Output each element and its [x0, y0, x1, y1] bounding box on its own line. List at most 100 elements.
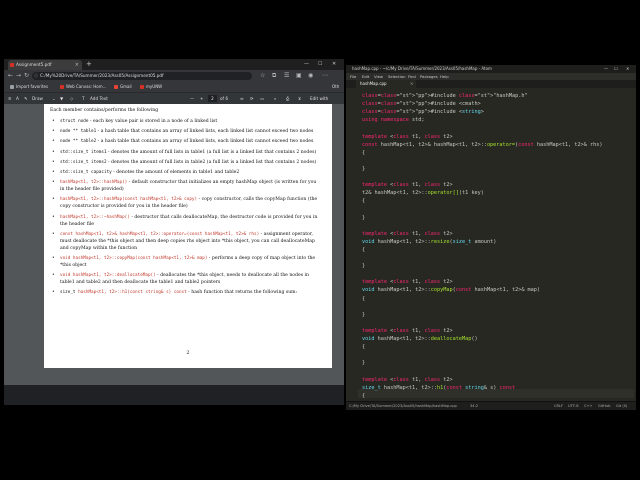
member-signature: hashMap<t1, t2>::hashMap(const hashMap<t… — [60, 197, 198, 203]
edit-with-button[interactable]: Edit with — [310, 93, 328, 104]
reload-icon[interactable]: ↻ — [24, 70, 29, 82]
menu-selection[interactable]: Selection — [388, 73, 406, 80]
more-menu-icon[interactable]: ⋯ — [322, 70, 328, 82]
status-git[interactable]: Git (0) — [616, 402, 627, 410]
bookmark-gmail[interactable]: Gmail — [114, 82, 132, 92]
import-icon — [10, 85, 14, 89]
contents-icon[interactable]: ≡ — [8, 93, 12, 104]
pdf-page: Each member contains/performs the follow… — [44, 104, 332, 368]
member-signature: void hashMap<t1, t2>::deallocateMap() — [60, 273, 156, 279]
member-code: node ** table2 — [60, 139, 97, 145]
code-line: { — [362, 344, 366, 351]
draw-button[interactable]: Draw — [32, 93, 43, 104]
member-code: struct node — [60, 119, 89, 124]
new-tab-button[interactable]: + — [86, 59, 92, 70]
status-grammar[interactable]: C++ — [584, 402, 593, 410]
code-line: { — [362, 149, 366, 156]
menu-file[interactable]: File — [350, 73, 356, 80]
draw-icon[interactable]: ✎ — [24, 93, 28, 104]
status-encoding[interactable]: UTF-8 — [568, 402, 578, 410]
chevron-down-icon[interactable]: ⌄ — [52, 93, 56, 104]
collections-icon[interactable]: ▣ — [296, 70, 302, 82]
editor-menu-bar: File Edit View Selection Find Packages H… — [346, 73, 636, 80]
browser-tab[interactable]: Assignment5.pdf × — [8, 60, 82, 70]
editor-title: hashMap.cpp - ~/c/My Drive/TA/Summer/202… — [352, 66, 492, 71]
code-line: const hashMap<t1, t2>& hashMap<t1, t2>::… — [362, 141, 603, 148]
menu-find[interactable]: Find — [408, 73, 416, 80]
zoom-in-button[interactable]: + — [200, 93, 204, 104]
member-list-item: hashMap<t1, t2>::hashMap() - default con… — [50, 179, 322, 193]
favorites-icon[interactable]: ☰ — [284, 70, 289, 82]
zoom-out-button[interactable]: — — [190, 93, 194, 104]
member-list-item: void hashMap<t1, t2>::copyMap(const hash… — [50, 255, 322, 269]
file-icon: ⓘ — [34, 73, 38, 78]
status-file-path[interactable]: C:/My Drive/TA/Summer/2023/Ass05/hashMap… — [349, 402, 457, 410]
member-code: node ** table1 — [60, 129, 97, 135]
bookmark-myunw[interactable]: myUNW — [140, 82, 162, 92]
minimize-button[interactable]: — — [304, 59, 309, 70]
pdf-document-area: Each member contains/performs the follow… — [4, 104, 344, 405]
member-description: - hash function that returns the followi… — [186, 290, 298, 296]
code-line: void hashMap<t1, t2>::deallocateMap() — [362, 336, 478, 342]
pdf-viewer-bottom — [4, 385, 344, 405]
member-description: - denotes the amount of elements in tabl… — [111, 169, 240, 175]
address-bar[interactable]: ⓘ C:/My%20Drive/TA/Summer/2023/Ass05/Ass… — [32, 72, 252, 80]
page-view-icon[interactable]: ▭ — [260, 93, 264, 104]
fit-page-icon[interactable]: ⇔ — [240, 93, 244, 104]
member-list-item: size_t hashMap<t1, t2>::h1(const string&… — [50, 289, 322, 296]
bookmark-label: Gmail — [120, 84, 132, 89]
extensions-icon[interactable]: ⧉ — [272, 70, 276, 82]
highlight-icon[interactable]: ▼ — [60, 93, 63, 104]
member-signature: hashMap<t1, t2>::hashMap() — [60, 180, 128, 186]
member-code: std::size_t capacity — [60, 169, 112, 175]
bookmark-label: Import favorites — [16, 84, 49, 89]
star-icon[interactable]: ☆ — [260, 70, 265, 82]
bookmarks-bar: Import favorites Web Canvas: Hom... Gmai… — [4, 82, 344, 93]
print-icon[interactable]: ⎙ — [286, 93, 289, 104]
member-list: struct node - each key value pair is sto… — [50, 118, 322, 296]
minimize-button[interactable]: — — [604, 65, 608, 73]
close-tab-icon[interactable]: × — [75, 60, 79, 70]
status-cursor-position[interactable]: 34:2 — [470, 402, 478, 410]
rotate-icon[interactable]: ⟳ — [250, 93, 254, 104]
maximize-button[interactable]: ☐ — [318, 59, 322, 70]
code-line: } — [362, 311, 366, 318]
bookmark-webcanvas[interactable]: Web Canvas: Hom... — [60, 82, 106, 92]
member-description: - denotes the amount of full lists in ta… — [106, 159, 317, 165]
other-favorites[interactable]: Oth — [326, 82, 339, 92]
search-icon[interactable]: ⌕ — [274, 93, 276, 104]
code-line: void hashMap<t1, t2>::resize(size_t amou… — [362, 238, 497, 245]
menu-packages[interactable]: Packages — [420, 73, 438, 80]
unw-icon — [140, 85, 144, 89]
menu-help[interactable]: Help — [440, 73, 449, 80]
member-list-item: node ** table2 - a hash table that conta… — [50, 138, 322, 145]
line-gutter — [346, 88, 358, 401]
editor-tab[interactable]: hashMap.cpp — [356, 80, 416, 88]
editor-title-bar: hashMap.cpp - ~/c/My Drive/TA/Summer/202… — [346, 65, 636, 73]
page-number-input[interactable]: 2 — [208, 95, 217, 102]
code-line: void hashMap<t1, t2>::copyMap(const hash… — [362, 287, 541, 294]
close-tab-icon[interactable]: × — [410, 80, 413, 88]
code-line: { — [362, 295, 366, 302]
code-line: } — [362, 360, 366, 367]
back-arrow-icon[interactable]: ← — [8, 70, 13, 82]
close-window-button[interactable]: ✕ — [626, 65, 629, 73]
menu-edit[interactable]: Edit — [362, 73, 369, 80]
close-window-button[interactable]: ✕ — [332, 59, 336, 70]
add-text-button[interactable]: Add Text — [90, 93, 108, 104]
forward-arrow-icon[interactable]: → — [16, 70, 21, 82]
save-icon[interactable]: ⊻ — [298, 93, 301, 104]
editor-tab-bar: hashMap.cpp × — [346, 80, 636, 88]
add-text-icon[interactable]: T — [82, 93, 85, 104]
bookmark-import-favorites[interactable]: Import favorites — [10, 82, 48, 92]
status-github[interactable]: GitHub — [598, 402, 610, 410]
erase-icon[interactable]: ◇ — [70, 93, 73, 104]
member-list-item: struct node - each key value pair is sto… — [50, 118, 322, 125]
maximize-button[interactable]: ☐ — [614, 65, 618, 73]
pdf-toolbar: ≡ A ✎ Draw ⌄ ▼ ◇ T Add Text — + 2 of 6 ⇔… — [4, 93, 344, 104]
menu-view[interactable]: View — [374, 73, 383, 80]
profile-icon[interactable]: ◉ — [308, 70, 313, 82]
read-aloud-icon[interactable]: A — [16, 93, 19, 104]
code-area[interactable]: class=class="st">"pp">#include class="st… — [358, 88, 634, 401]
status-line-ending[interactable]: CRLF — [554, 402, 563, 410]
